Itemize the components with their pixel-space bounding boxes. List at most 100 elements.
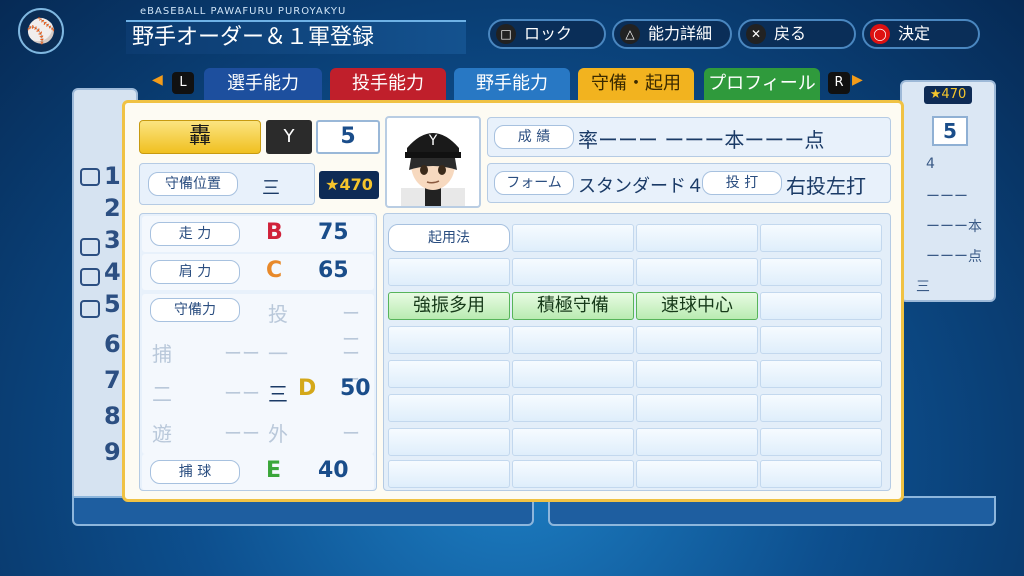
confirm-label: 決定	[898, 24, 931, 43]
l-button-icon[interactable]: L	[172, 72, 194, 94]
catch-value: 40	[318, 458, 349, 483]
pos-catcher-value: ーー	[224, 344, 260, 365]
form-value: スタンダード４５	[578, 176, 722, 197]
usage-slot[interactable]	[388, 428, 510, 456]
usage-strategy[interactable]: 積極守備	[512, 292, 634, 320]
confirm-button[interactable]: ◯ 決定	[862, 19, 980, 49]
usage-slot[interactable]	[512, 360, 634, 388]
usage-slot[interactable]	[636, 326, 758, 354]
tab-fielder-ability[interactable]: 野手能力	[454, 68, 570, 100]
r-button-icon[interactable]: R	[828, 72, 850, 94]
cost-badge: ★470	[319, 171, 379, 199]
svg-text:Y: Y	[428, 133, 438, 149]
usage-slot[interactable]	[760, 258, 882, 286]
back-label: 戻る	[774, 24, 807, 43]
order-number[interactable]: 7	[104, 366, 121, 394]
pos-second-value: ーー	[224, 384, 260, 405]
tab-prev-arrow-icon[interactable]: ◀	[152, 72, 163, 88]
arm-row: 肩 力 C 65	[142, 254, 374, 290]
summary-row: ーーー	[926, 189, 968, 205]
tab-defense-usage[interactable]: 守備・起用	[578, 68, 694, 100]
usage-slot[interactable]	[636, 394, 758, 422]
record-value: 率ーーー ーーー本ーーー点	[578, 128, 825, 152]
usage-strategy[interactable]: 速球中心	[636, 292, 758, 320]
ability-panel: 走 力 B 75 肩 力 C 65 守備力 投 ーー 捕 ーー 一 ーー 二 ー…	[139, 213, 377, 491]
team-logo: Y	[266, 120, 312, 154]
lock-icon	[80, 238, 100, 256]
usage-slot[interactable]	[512, 258, 634, 286]
pos-pitcher: 投	[268, 302, 288, 326]
usage-slot[interactable]	[636, 428, 758, 456]
usage-slot[interactable]	[512, 428, 634, 456]
usage-slot[interactable]	[636, 258, 758, 286]
game-subtitle: eBASEBALL PAWAFURU PUROYAKYU	[140, 6, 347, 17]
usage-slot[interactable]	[760, 428, 882, 456]
order-number[interactable]: 5	[104, 290, 121, 318]
usage-slot[interactable]	[636, 224, 758, 252]
lock-icon	[80, 300, 100, 318]
usage-slot[interactable]	[388, 460, 510, 488]
player-portrait-icon: Y	[401, 133, 465, 206]
catch-rank: E	[266, 458, 282, 483]
usage-slot[interactable]	[388, 360, 510, 388]
pos-short: 遊	[152, 422, 172, 446]
usage-slot[interactable]	[760, 326, 882, 354]
player-name: 轟	[139, 120, 261, 154]
order-number[interactable]: 1	[104, 162, 121, 190]
usage-strategy[interactable]: 強振多用	[388, 292, 510, 320]
pos-third-rank: D	[298, 376, 317, 401]
lock-button[interactable]: □ ロック	[488, 19, 606, 49]
circle-icon: ◯	[870, 24, 890, 44]
usage-slot[interactable]	[636, 360, 758, 388]
record-row: 成 績 率ーーー ーーー本ーーー点	[487, 117, 891, 157]
usage-slot[interactable]	[512, 224, 634, 252]
usage-slot[interactable]	[512, 326, 634, 354]
order-number[interactable]: 6	[104, 330, 121, 358]
usage-slot[interactable]	[512, 460, 634, 488]
usage-slot[interactable]	[760, 292, 882, 320]
pos-short-value: ーー	[224, 424, 260, 445]
usage-slot[interactable]	[760, 394, 882, 422]
jersey-number: 5	[316, 120, 380, 154]
summary-row: 4	[926, 156, 935, 172]
back-button[interactable]: ✕ 戻る	[738, 19, 856, 49]
position-label: 守備位置	[148, 172, 238, 196]
speed-label: 走 力	[150, 222, 240, 246]
usage-slot[interactable]	[760, 460, 882, 488]
jersey-number: 5	[932, 116, 968, 146]
usage-slot[interactable]	[760, 360, 882, 388]
order-number[interactable]: 4	[104, 258, 121, 286]
pos-third: 三	[268, 382, 288, 406]
tab-player-ability[interactable]: 選手能力	[204, 68, 322, 100]
pos-second: 二	[152, 382, 172, 406]
player-avatar: Y	[385, 116, 481, 208]
usage-grid: 起用法 強振多用 積極守備 速球中心	[383, 213, 891, 491]
tab-pitcher-ability[interactable]: 投手能力	[330, 68, 446, 100]
usage-slot[interactable]	[636, 460, 758, 488]
usage-slot[interactable]	[388, 258, 510, 286]
usage-slot[interactable]	[512, 394, 634, 422]
lock-icon	[80, 268, 100, 286]
order-number[interactable]: 8	[104, 402, 121, 430]
position-box: 守備位置 三	[139, 163, 315, 205]
catch-label: 捕 球	[150, 460, 240, 484]
tab-profile[interactable]: プロフィール	[704, 68, 820, 100]
order-number[interactable]: 9	[104, 438, 121, 466]
cost-badge: ★470	[924, 86, 972, 104]
pos-third-value: 50	[340, 376, 371, 401]
position-value: 三	[262, 178, 280, 199]
tab-next-arrow-icon[interactable]: ▶	[852, 72, 863, 88]
usage-slot[interactable]	[760, 224, 882, 252]
ability-detail-label: 能力詳細	[648, 24, 713, 43]
record-label: 成 績	[494, 125, 574, 149]
usage-slot[interactable]	[388, 394, 510, 422]
player-summary-panel: ★470 5 4 ーーー ーーー本 ーーー点 三	[900, 80, 996, 302]
order-number[interactable]: 3	[104, 226, 121, 254]
order-number[interactable]: 2	[104, 194, 121, 222]
form-label: フォーム	[494, 171, 574, 195]
pos-first: 一	[268, 342, 288, 366]
player-detail-dialog: 轟 Y 5 Y 守備位置 三 ★470 成 績 率ーーー ーーー本ーーー点 フォ…	[122, 100, 904, 502]
ability-detail-button[interactable]: △ 能力詳細	[612, 19, 732, 49]
usage-slot[interactable]	[388, 326, 510, 354]
pos-outfield: 外	[268, 422, 288, 446]
